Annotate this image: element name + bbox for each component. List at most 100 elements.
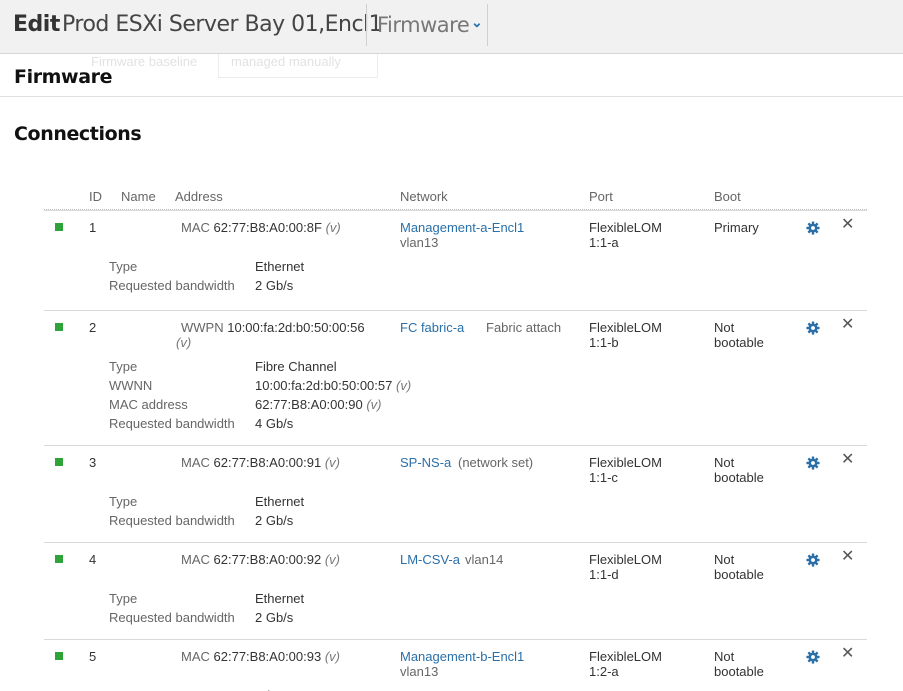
status-ok-icon	[55, 323, 63, 331]
boot-setting: Not	[714, 455, 735, 470]
detail-label: Requested bandwidth	[109, 513, 235, 528]
row-divider	[44, 639, 867, 640]
detail-label: Type	[109, 591, 138, 606]
gear-icon[interactable]	[806, 221, 820, 235]
network-link[interactable]: FC fabric-a	[400, 320, 464, 335]
row-divider	[44, 542, 867, 543]
port-type: FlexibleLOM	[589, 455, 662, 470]
header-bar: Edit Prod ESXi Server Bay 01,Encl1 Firmw…	[0, 0, 903, 54]
virtual-flag: (v)	[176, 335, 192, 350]
detail-value-text: 4 Gb/s	[255, 416, 294, 431]
status-ok-icon	[55, 458, 63, 466]
detail-label: Type	[109, 259, 138, 274]
network-detail: (network set)	[458, 455, 534, 470]
port-type: FlexibleLOM	[589, 552, 662, 567]
connection-address: MAC 62:77:B8:A0:00:93 (v)	[181, 649, 340, 664]
column-header-port: Port	[589, 189, 613, 204]
gear-icon[interactable]	[806, 456, 820, 470]
address-value: 62:77:B8:A0:00:91	[213, 455, 322, 470]
connection-id: 4	[89, 552, 97, 567]
status-ok-icon	[55, 555, 63, 563]
status-ok-icon	[55, 223, 63, 231]
detail-label: WWNN	[109, 378, 153, 393]
gear-icon[interactable]	[806, 650, 820, 664]
detail-value: 2 Gb/s	[255, 513, 293, 528]
server-profile-name: Prod ESXi Server Bay 01,Encl1	[62, 12, 383, 37]
detail-value-text: 10:00:fa:2d:b0:50:00:57	[255, 378, 393, 393]
boot-setting-line2: bootable	[714, 567, 764, 582]
connection-id: 5	[89, 649, 97, 664]
detail-value: Ethernet	[255, 591, 304, 606]
network-link[interactable]: Management-b-Encl1	[400, 649, 524, 664]
gear-icon[interactable]	[806, 321, 820, 335]
row-divider	[44, 310, 867, 311]
boot-setting-line2: bootable	[714, 664, 764, 679]
connection-address: MAC 62:77:B8:A0:00:92 (v)	[181, 552, 340, 567]
close-icon[interactable]: ✕	[841, 549, 854, 565]
detail-label: Requested bandwidth	[109, 278, 235, 293]
firmware-heading: Firmware	[14, 66, 113, 88]
detail-value: Ethernet	[255, 259, 304, 274]
detail-label: MAC address	[109, 397, 188, 412]
boot-setting-line2: bootable	[714, 335, 764, 350]
network-link[interactable]: Management-a-Encl1	[400, 220, 524, 235]
detail-label: Requested bandwidth	[109, 610, 235, 625]
virtual-flag: (v)	[366, 397, 382, 412]
detail-value-text: Fibre Channel	[255, 359, 337, 374]
detail-value: 62:77:B8:A0:00:90 (v)	[255, 397, 382, 412]
detail-value: 10:00:fa:2d:b0:50:00:57 (v)	[255, 378, 411, 393]
virtual-flag: (v)	[324, 552, 341, 567]
boot-setting: Not	[714, 649, 735, 664]
port-id: 1:1-b	[589, 335, 619, 350]
port-id: 1:1-a	[589, 235, 619, 250]
detail-value-text: 2 Gb/s	[255, 278, 294, 293]
detail-value-text: 2 Gb/s	[255, 610, 294, 625]
detail-value-text: Ethernet	[255, 259, 305, 274]
detail-value: 4 Gb/s	[255, 416, 293, 431]
status-ok-icon	[55, 652, 63, 660]
port-id: 1:2-a	[589, 664, 619, 679]
network-link[interactable]: LM-CSV-a	[400, 552, 460, 567]
network-link[interactable]: SP-NS-a	[400, 455, 451, 470]
virtual-flag: (v)	[325, 220, 341, 235]
detail-label: Type	[109, 359, 138, 374]
detail-value: 2 Gb/s	[255, 610, 293, 625]
column-header-network: Network	[400, 189, 448, 204]
connection-address: WWPN 10:00:fa:2d:b0:50:00:56	[181, 320, 365, 335]
virtual-flag: (v)	[395, 378, 412, 393]
network-detail: vlan13	[400, 664, 439, 679]
address-value: 10:00:fa:2d:b0:50:00:56	[227, 320, 365, 335]
detail-value-text: Ethernet	[255, 494, 305, 509]
port-type: FlexibleLOM	[589, 220, 662, 235]
close-icon[interactable]: ✕	[841, 452, 854, 468]
gear-icon[interactable]	[806, 553, 820, 567]
connection-id: 1	[89, 220, 97, 235]
detail-value: Ethernet	[255, 494, 304, 509]
detail-label: Requested bandwidth	[109, 416, 235, 431]
connection-id: 2	[89, 320, 97, 335]
detail-value-text: Ethernet	[255, 591, 305, 606]
address-type: MAC	[181, 649, 210, 664]
detail-value: 2 Gb/s	[255, 278, 293, 293]
close-icon[interactable]: ✕	[841, 217, 854, 233]
section-selector[interactable]: Firmware	[377, 13, 470, 37]
address-type: MAC	[181, 220, 210, 235]
connection-address: MAC 62:77:B8:A0:00:91 (v)	[181, 455, 340, 470]
address-value: 62:77:B8:A0:00:93	[213, 649, 322, 664]
edit-label: Edit	[13, 12, 60, 37]
virtual-flag: (v)	[324, 649, 341, 664]
connection-address: MAC 62:77:B8:A0:00:8F (v)	[181, 220, 341, 235]
close-icon[interactable]: ✕	[841, 646, 854, 662]
close-icon[interactable]: ✕	[841, 317, 854, 333]
boot-setting: Not	[714, 552, 735, 567]
detail-value: Fibre Channel	[255, 359, 337, 374]
connection-id: 3	[89, 455, 97, 470]
chevron-down-icon[interactable]: ⌄	[471, 14, 483, 31]
address-type: WWPN	[181, 320, 224, 335]
column-header-boot: Boot	[714, 189, 741, 204]
row-divider	[44, 210, 867, 211]
address-type: MAC	[181, 552, 210, 567]
header-divider	[487, 4, 488, 46]
virtual-flag: (v)	[324, 455, 341, 470]
network-detail: Fabric attach	[486, 320, 562, 335]
